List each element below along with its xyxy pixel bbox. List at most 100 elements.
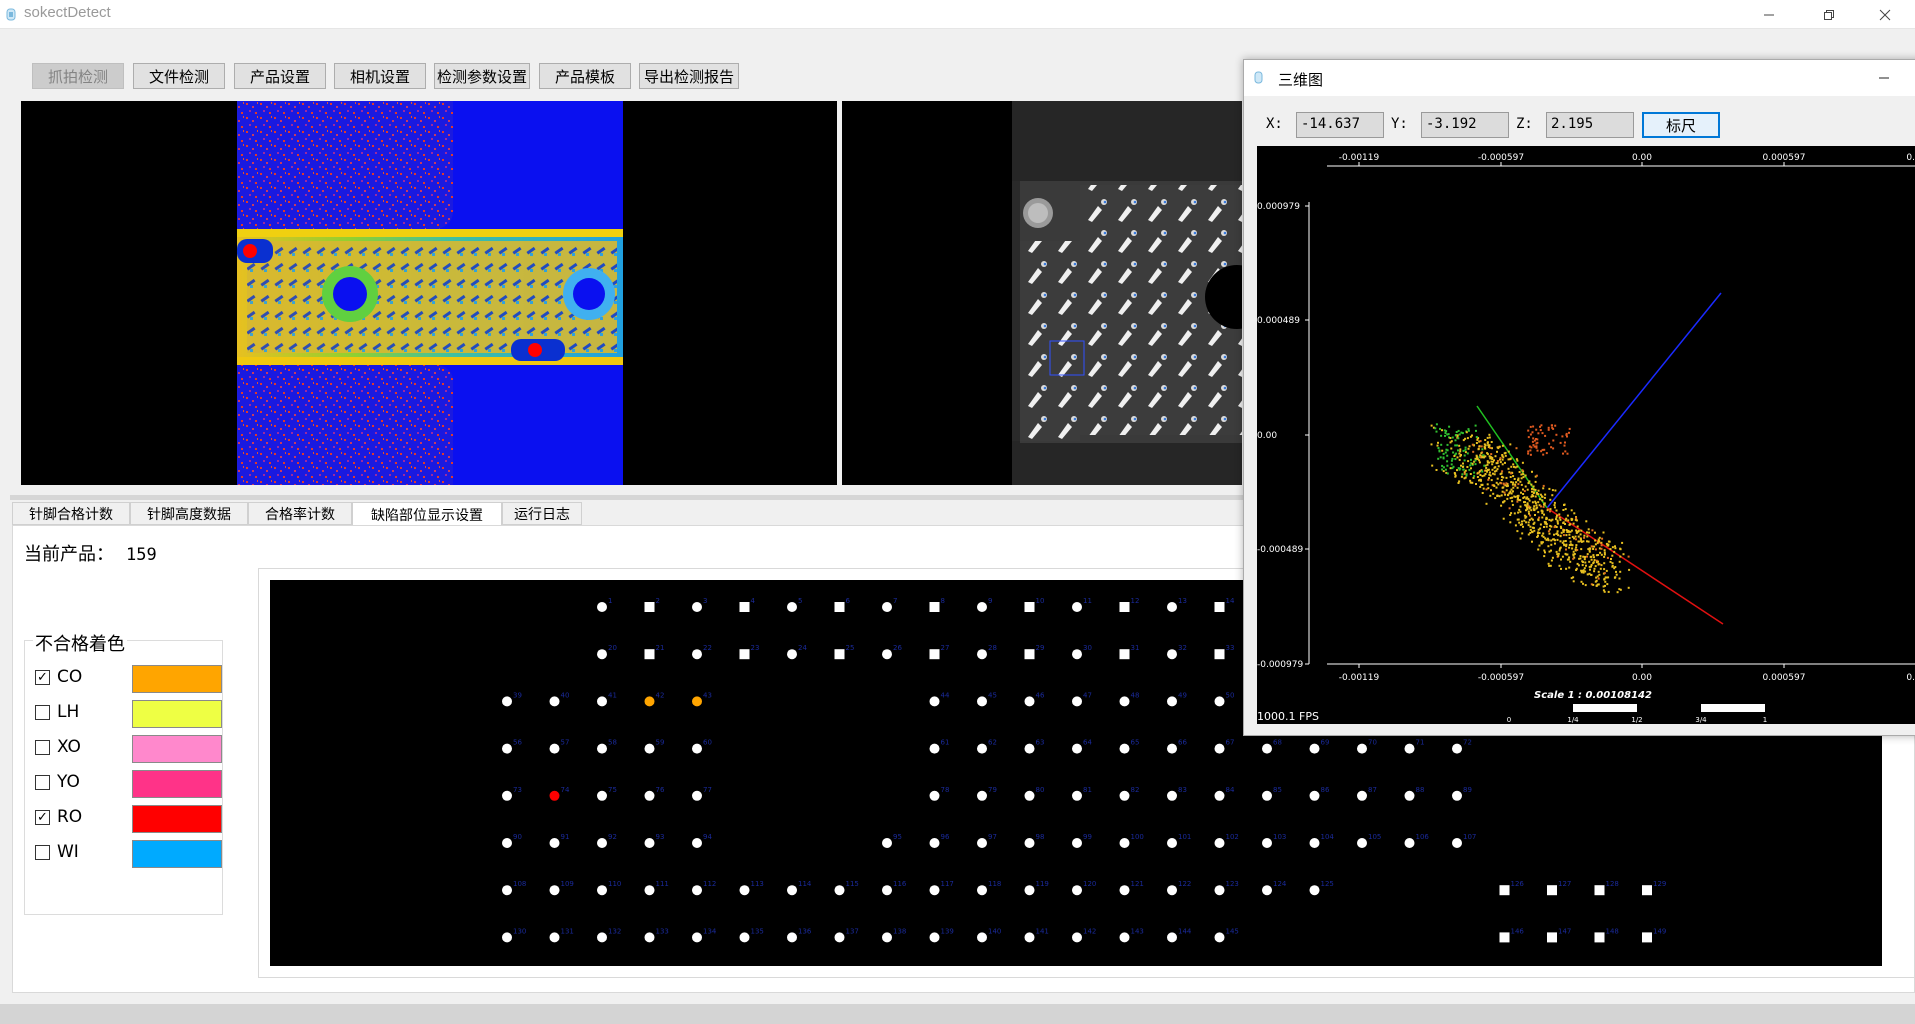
cloud-point: [1507, 458, 1510, 461]
lh-checkbox[interactable]: [35, 705, 50, 720]
pin-marker: [1119, 696, 1130, 707]
3d-canvas: -0.00119 -0.000597 0.00 0.000597 0.00119…: [1257, 153, 1915, 724]
cloud-point: [1472, 450, 1475, 453]
cloud-point: [1569, 523, 1572, 526]
cloud-point: [1509, 443, 1512, 446]
product-settings-button[interactable]: 产品设置: [234, 63, 326, 89]
pin-marker: [1024, 649, 1035, 660]
cloud-point: [1529, 453, 1532, 456]
cloud-point: [1603, 572, 1606, 575]
cloud-point: [1572, 557, 1575, 560]
cloud-point: [1535, 428, 1538, 431]
tab-defect-display-settings[interactable]: 缺陷部位显示设置: [352, 502, 502, 527]
co-color-swatch[interactable]: [132, 665, 222, 693]
cloud-point: [1529, 528, 1532, 531]
cloud-point: [1523, 501, 1525, 504]
height-map-view[interactable]: [21, 101, 837, 485]
pin-id-label: 141: [1036, 927, 1049, 935]
cloud-point: [1434, 427, 1437, 430]
xo-checkbox[interactable]: [35, 740, 50, 755]
minimize-button[interactable]: [1746, 0, 1792, 29]
pin-id-label: 98: [1036, 833, 1045, 841]
co-checkbox[interactable]: ✓: [35, 670, 50, 685]
xo-color-swatch[interactable]: [132, 735, 222, 763]
cloud-point: [1605, 569, 1608, 572]
scale-bar-segment: [1701, 704, 1765, 712]
cloud-point: [1550, 543, 1553, 546]
cloud-point: [1457, 429, 1460, 432]
tab-pass-rate[interactable]: 合格率计数: [248, 502, 352, 525]
capture-detect-button[interactable]: 抓拍检测: [32, 63, 124, 89]
cloud-point: [1555, 509, 1558, 512]
pin-marker: [692, 649, 702, 660]
cloud-point: [1611, 564, 1614, 567]
pin-id-label: 83: [1178, 786, 1187, 794]
grayscale-view[interactable]: [842, 101, 1242, 485]
cloud-point: [1499, 457, 1502, 460]
detect-params-button[interactable]: 检测参数设置: [434, 63, 530, 89]
ro-checkbox[interactable]: ✓: [35, 810, 50, 825]
cloud-point: [1494, 470, 1496, 473]
cloud-point: [1531, 487, 1533, 490]
cloud-point: [1483, 443, 1486, 446]
z-value-field[interactable]: 2.195: [1546, 112, 1634, 138]
pin-id-label: 57: [561, 739, 570, 747]
minimize-icon[interactable]: [1874, 68, 1894, 88]
pin-id-label: 145: [1226, 927, 1239, 935]
cloud-point: [1594, 580, 1597, 583]
pin-id-label: 4: [751, 597, 756, 605]
cloud-point: [1551, 494, 1554, 497]
y-value-field[interactable]: -3.192: [1421, 112, 1509, 138]
cloud-point: [1565, 517, 1568, 520]
cloud-point: [1564, 552, 1567, 555]
pin-id-label: 69: [1321, 739, 1330, 747]
scale-button[interactable]: 标尺: [1642, 112, 1720, 138]
cloud-point: [1473, 471, 1476, 474]
cloud-point: [1454, 472, 1457, 475]
yo-color-swatch[interactable]: [132, 770, 222, 798]
ro-color-swatch[interactable]: [132, 805, 222, 833]
3d-viewport[interactable]: -0.00119 -0.000597 0.00 0.000597 0.00119…: [1257, 146, 1915, 724]
cloud-point: [1548, 518, 1551, 521]
cloud-point: [1518, 521, 1521, 524]
camera-settings-button[interactable]: 相机设置: [334, 63, 426, 89]
cloud-point: [1583, 534, 1586, 537]
cloud-point: [1506, 497, 1509, 500]
cloud-point: [1501, 458, 1504, 461]
wi-checkbox[interactable]: [35, 845, 50, 860]
cloud-point: [1444, 451, 1447, 454]
pin-marker: [834, 649, 845, 660]
cloud-point: [1465, 474, 1468, 477]
yo-checkbox[interactable]: [35, 775, 50, 790]
restore-button[interactable]: [1806, 0, 1852, 29]
product-template-button[interactable]: 产品模板: [539, 63, 631, 89]
pin-marker: [977, 885, 987, 896]
cloud-point: [1546, 509, 1549, 512]
cloud-point: [1600, 553, 1603, 556]
cloud-point: [1479, 485, 1482, 488]
pin-marker: [1167, 885, 1177, 896]
cloud-point: [1520, 473, 1523, 476]
pin-marker: [549, 885, 560, 896]
cloud-point: [1469, 464, 1472, 467]
tab-pin-pass-count[interactable]: 针脚合格计数: [12, 502, 130, 525]
tab-run-log[interactable]: 运行日志: [502, 502, 582, 525]
x-value-field[interactable]: -14.637: [1296, 112, 1384, 138]
tab-pin-height-data[interactable]: 针脚高度数据: [130, 502, 248, 525]
cloud-point: [1582, 571, 1585, 574]
file-detect-button[interactable]: 文件检测: [133, 63, 225, 89]
export-report-button[interactable]: 导出检测报告: [639, 63, 739, 89]
pin-id-label: 32: [1178, 644, 1187, 652]
pin-id-label: 28: [988, 644, 997, 652]
pin-marker: [739, 932, 750, 943]
pin-marker: [502, 838, 512, 848]
lh-color-swatch[interactable]: [132, 700, 222, 728]
close-button[interactable]: [1862, 0, 1908, 29]
wi-color-swatch[interactable]: [132, 840, 222, 868]
co-label: CO: [57, 667, 83, 687]
pin-marker: [1024, 602, 1035, 612]
cloud-point: [1568, 537, 1571, 539]
cloud-point: [1535, 474, 1538, 477]
grayscale-image: [1012, 101, 1242, 485]
cloud-point: [1597, 570, 1600, 573]
